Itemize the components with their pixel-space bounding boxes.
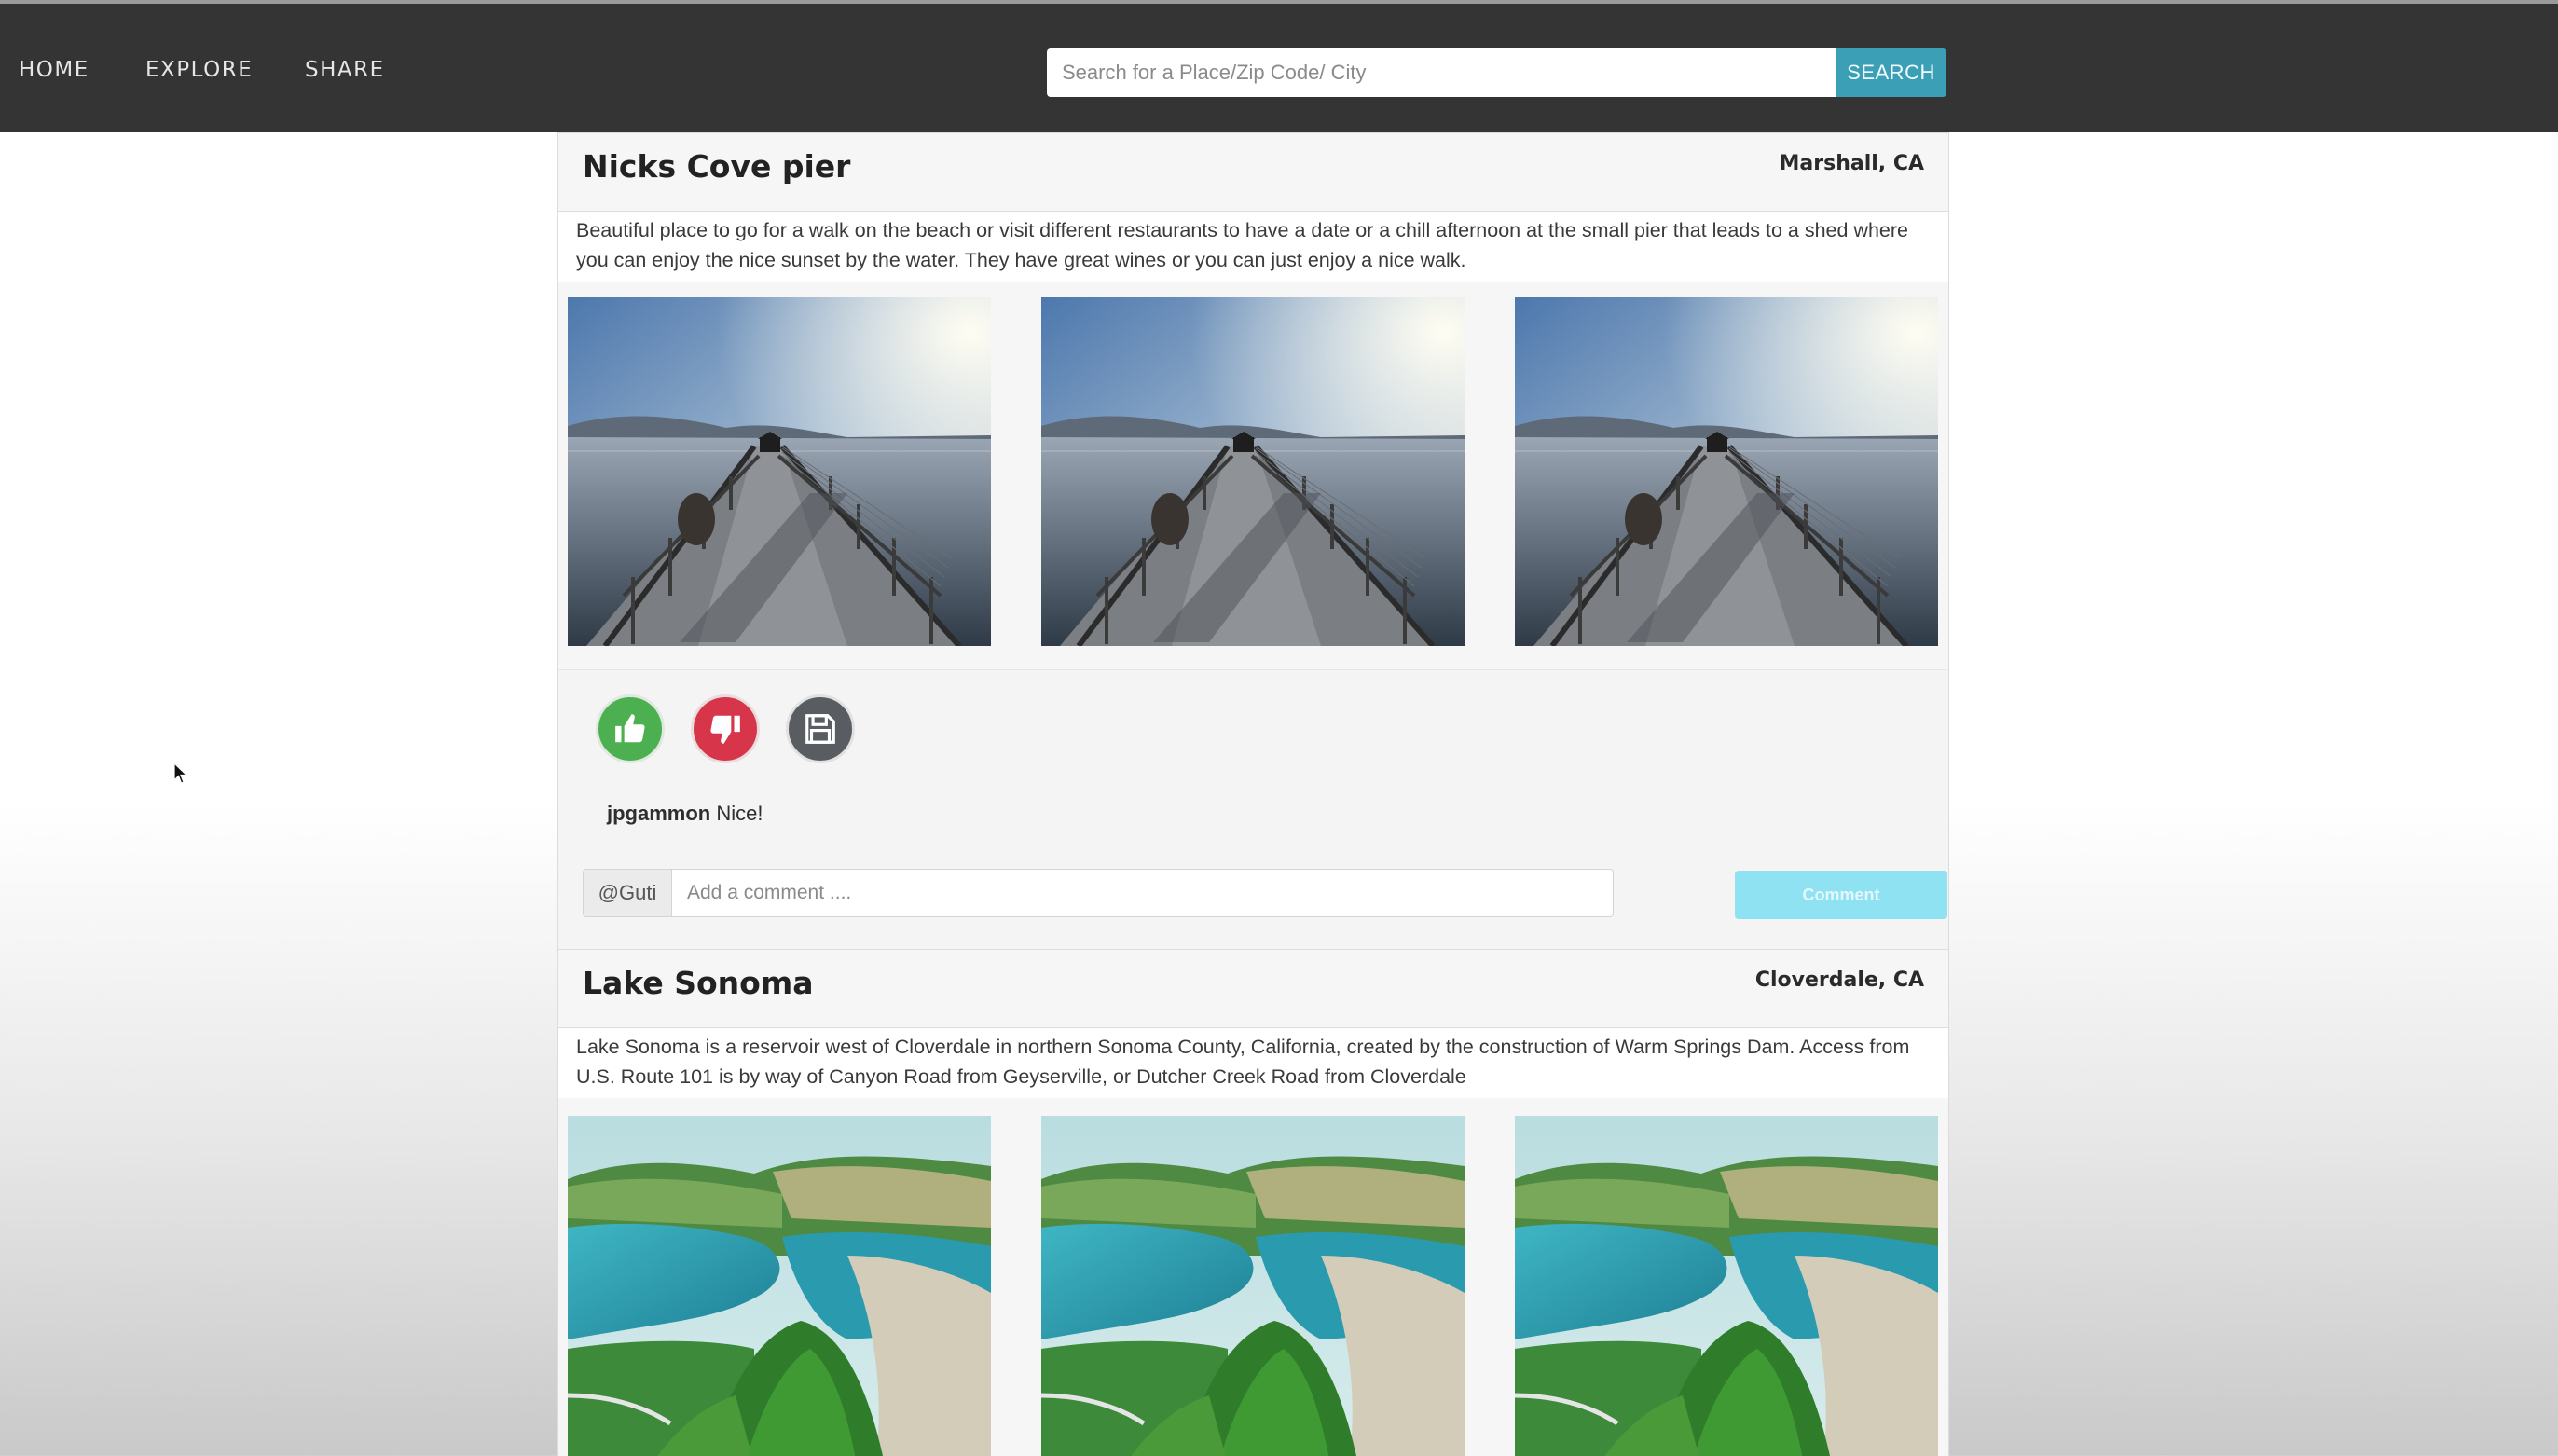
- thumbs-up-icon: [615, 714, 645, 743]
- photo-gallery: [558, 950, 1948, 1456]
- comment-input[interactable]: [672, 869, 1614, 917]
- nav-explore-link[interactable]: EXPLORE: [145, 58, 253, 82]
- dislike-button[interactable]: [691, 694, 760, 763]
- pier-photo[interactable]: [1041, 297, 1465, 646]
- post-actions: jpgammon Nice! @Guti Comment: [558, 669, 1948, 951]
- search-button[interactable]: SEARCH: [1836, 48, 1946, 97]
- nav-share-link[interactable]: SHARE: [305, 58, 385, 82]
- lake-photo[interactable]: [1041, 1116, 1465, 1456]
- post-card: Nicks Cove pier Marshall, CA Beautiful p…: [557, 132, 1949, 951]
- mouse-cursor-icon: [173, 762, 188, 784]
- comment-form: @Guti Comment: [583, 869, 1947, 919]
- pier-photo[interactable]: [568, 297, 991, 646]
- thumbs-down-icon: [710, 715, 740, 744]
- lake-photo[interactable]: [568, 1116, 991, 1456]
- nav-home-link[interactable]: HOME: [19, 58, 89, 82]
- post-card: Lake Sonoma Cloverdale, CA Lake Sonoma i…: [557, 949, 1949, 1456]
- search-input[interactable]: [1047, 48, 1836, 97]
- search-bar: SEARCH: [1047, 48, 1946, 97]
- comment-user-prefix: @Guti: [583, 869, 672, 917]
- comment-text: Nice!: [716, 802, 763, 825]
- save-button[interactable]: [786, 694, 855, 763]
- top-navbar: HOME EXPLORE SHARE SEARCH: [0, 0, 2558, 132]
- comment-submit-button[interactable]: Comment: [1735, 871, 1947, 919]
- comment-username[interactable]: jpgammon: [607, 802, 710, 825]
- like-button[interactable]: [596, 694, 665, 763]
- lake-photo[interactable]: [1515, 1116, 1938, 1456]
- pier-photo[interactable]: [1515, 297, 1938, 646]
- comment-item: jpgammon Nice!: [607, 802, 763, 826]
- photo-gallery: [558, 133, 1948, 669]
- floppy-disk-icon: [805, 714, 835, 744]
